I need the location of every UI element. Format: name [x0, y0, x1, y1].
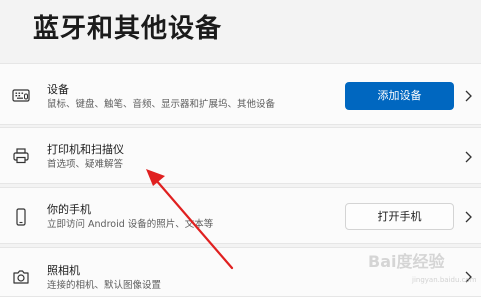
keyboard-icon — [11, 85, 31, 105]
watermark-url: jingyan.baidu.com — [412, 276, 477, 284]
open-phone-button[interactable]: 打开手机 — [345, 203, 454, 230]
row-subtitle: 立即访问 Android 设备的照片、文本等 — [47, 219, 214, 230]
chevron-right-icon[interactable] — [463, 88, 473, 102]
chevron-right-icon[interactable] — [463, 149, 473, 163]
settings-row-your-phone[interactable]: 你的手机 立即访问 Android 设备的照片、文本等 打开手机 — [0, 187, 481, 244]
row-subtitle: 连接的相机、默认图像设置 — [47, 280, 162, 291]
watermark-logo: Bai度经验 — [368, 252, 445, 271]
settings-row-devices[interactable]: 设备 鼠标、键盘、触笔、音频、显示器和扩展坞、其他设备 添加设备 — [0, 63, 481, 125]
row-title: 你的手机 — [47, 203, 91, 216]
add-device-button[interactable]: 添加设备 — [345, 82, 454, 110]
settings-row-printers[interactable]: 打印机和扫描仪 首选项、疑难解答 — [0, 127, 481, 184]
row-subtitle: 首选项、疑难解答 — [47, 159, 124, 170]
row-title: 设备 — [47, 83, 69, 96]
phone-icon — [11, 207, 31, 227]
row-title: 照相机 — [47, 264, 80, 277]
row-title: 打印机和扫描仪 — [47, 143, 124, 156]
page-title: 蓝牙和其他设备 — [33, 14, 223, 44]
chevron-right-icon[interactable] — [463, 209, 473, 223]
camera-icon — [11, 267, 31, 287]
row-subtitle: 鼠标、键盘、触笔、音频、显示器和扩展坞、其他设备 — [47, 99, 276, 110]
printer-icon — [11, 146, 31, 166]
